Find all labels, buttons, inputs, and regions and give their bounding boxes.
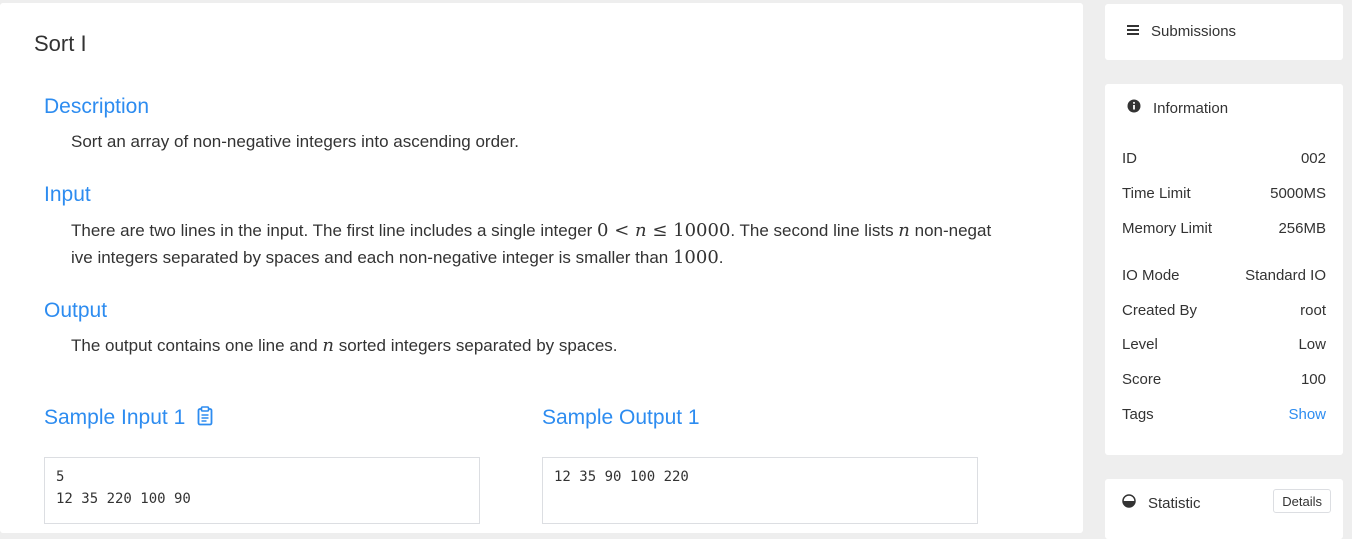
info-row-created-by: Created By root: [1122, 302, 1326, 319]
information-label: Information: [1153, 99, 1229, 117]
submissions-label: Submissions: [1151, 23, 1237, 40]
statistic-label: Statistic: [1148, 494, 1201, 512]
statistic-header: Statistic: [1122, 494, 1201, 512]
problem-title: Sort I: [34, 31, 87, 56]
submissions-card[interactable]: Submissions: [1105, 4, 1343, 60]
info-label: IO Mode: [1122, 267, 1180, 284]
info-value: 256MB: [1278, 220, 1326, 237]
info-circle-icon: [1127, 99, 1141, 117]
info-value: root: [1300, 302, 1326, 319]
info-row-id: ID 002: [1122, 150, 1326, 167]
submissions-link[interactable]: Submissions: [1127, 23, 1236, 40]
sample-input-heading: Sample Input 1: [44, 406, 213, 432]
info-label: Tags: [1122, 406, 1154, 423]
info-row-io-mode: IO Mode Standard IO: [1122, 267, 1326, 284]
info-label: Created By: [1122, 302, 1198, 319]
info-label: Memory Limit: [1122, 220, 1213, 237]
pie-chart-icon: [1122, 494, 1136, 512]
info-value: 5000MS: [1270, 185, 1326, 202]
sample-output-heading: Sample Output 1: [542, 406, 700, 429]
tags-show-link[interactable]: Show: [1288, 406, 1326, 423]
info-value: Low: [1298, 336, 1326, 353]
info-value: 002: [1300, 150, 1326, 167]
info-value: Standard IO: [1245, 267, 1326, 284]
info-label: Level: [1122, 336, 1158, 353]
info-row-memory-limit: Memory Limit 256MB: [1122, 220, 1326, 237]
problem-card: Sort I Description Sort an array of non-…: [0, 3, 1083, 533]
info-label: Score: [1122, 371, 1162, 388]
output-text: The output contains one line and n sorte…: [71, 335, 618, 356]
statistic-card: Statistic Details: [1105, 479, 1343, 539]
details-button[interactable]: Details: [1273, 489, 1331, 513]
description-text: Sort an array of non-negative integers i…: [71, 132, 519, 151]
info-value: 100: [1300, 371, 1326, 388]
info-label: ID: [1122, 150, 1137, 167]
clipboard-copy-icon[interactable]: [197, 406, 213, 432]
sample-input-box: 5 12 35 220 100 90: [44, 457, 480, 524]
info-row-level: Level Low: [1122, 336, 1326, 353]
info-row-time-limit: Time Limit 5000MS: [1122, 185, 1326, 202]
menu-icon: [1127, 23, 1139, 40]
input-heading: Input: [44, 183, 91, 206]
description-heading: Description: [44, 95, 150, 118]
information-card: Information ID 002 Time Limit 5000MS Mem…: [1105, 84, 1343, 455]
sample-output-box: 12 35 90 100 220: [542, 457, 978, 524]
info-label: Time Limit: [1122, 185, 1191, 202]
info-row-score: Score 100: [1122, 371, 1326, 388]
info-row-tags: Tags Show: [1122, 406, 1326, 423]
information-header: Information: [1127, 99, 1228, 117]
output-heading: Output: [44, 299, 108, 322]
input-text: There are two lines in the input. The fi…: [71, 220, 992, 268]
